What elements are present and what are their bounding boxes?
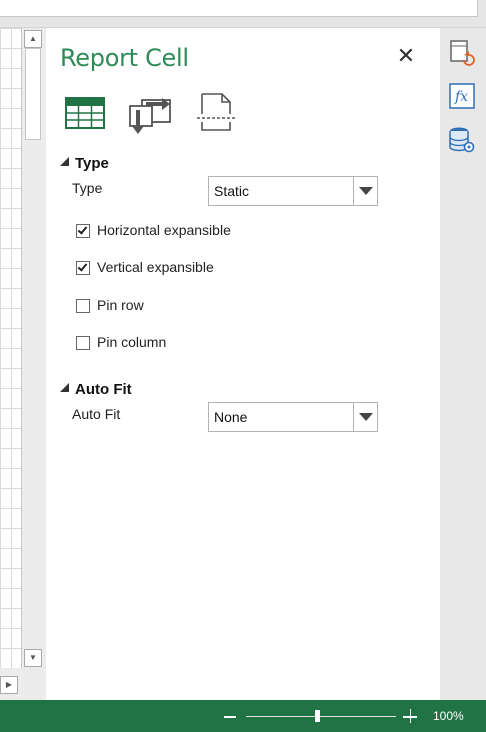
cell-table-icon[interactable] (64, 92, 106, 136)
chevron-down-icon[interactable] (353, 177, 377, 205)
autofit-select[interactable]: None (208, 402, 378, 432)
scroll-thumb[interactable] (25, 48, 41, 140)
data-transfer-icon[interactable] (128, 92, 174, 136)
cell-refresh-icon[interactable] (448, 38, 476, 66)
vertical-scrollbar[interactable]: ▲ ▼ (22, 28, 46, 668)
close-icon[interactable]: ✕ (394, 44, 418, 68)
checkbox-label: Horizontal expansible (97, 222, 231, 238)
autofit-select-value: None (214, 409, 248, 425)
checkbox-label: Pin row (97, 297, 144, 313)
formula-bar-area (0, 0, 486, 28)
side-icon-column: fx (440, 28, 486, 700)
chevron-down-icon[interactable] (353, 403, 377, 431)
zoom-slider-thumb[interactable] (314, 710, 320, 722)
scroll-down-button[interactable]: ▼ (24, 649, 42, 667)
type-section-header[interactable]: Type (60, 155, 109, 172)
status-bar: 100% (0, 700, 486, 732)
zoom-slider[interactable] (246, 716, 396, 717)
type-select-value: Static (214, 183, 250, 199)
autofit-section-header[interactable]: Auto Fit (60, 381, 132, 398)
worksheet-grid[interactable] (0, 28, 22, 668)
collapse-triangle-icon (60, 383, 69, 392)
scroll-right-button[interactable]: ▶ (0, 676, 18, 694)
function-icon[interactable]: fx (448, 82, 476, 110)
checkbox-box[interactable] (76, 336, 90, 350)
type-field-label: Type (72, 180, 103, 196)
report-cell-pane: Report Cell ✕ Type Type Static Horizonta… (46, 28, 440, 700)
scroll-up-button[interactable]: ▲ (24, 30, 42, 48)
checkbox-label: Vertical expansible (97, 259, 214, 275)
page-break-icon[interactable] (196, 92, 236, 136)
type-section-title: Type (75, 155, 109, 172)
database-settings-icon[interactable] (448, 126, 476, 154)
pane-title: Report Cell (60, 44, 189, 72)
checkbox-box[interactable] (76, 224, 90, 238)
type-select[interactable]: Static (208, 176, 378, 206)
check-icon (77, 261, 88, 272)
svg-text:fx: fx (454, 89, 468, 105)
checkbox-label: Pin column (97, 334, 167, 350)
collapse-triangle-icon (60, 157, 69, 166)
check-icon (77, 224, 88, 235)
zoom-in-button[interactable] (402, 708, 418, 724)
zoom-level[interactable]: 100% (433, 709, 464, 723)
autofit-field-label: Auto Fit (72, 406, 121, 422)
checkbox-box[interactable] (76, 299, 90, 313)
autofit-section-title: Auto Fit (75, 381, 132, 398)
zoom-out-button[interactable] (222, 708, 238, 724)
formula-input[interactable] (0, 0, 478, 17)
checkbox-box[interactable] (76, 261, 90, 275)
